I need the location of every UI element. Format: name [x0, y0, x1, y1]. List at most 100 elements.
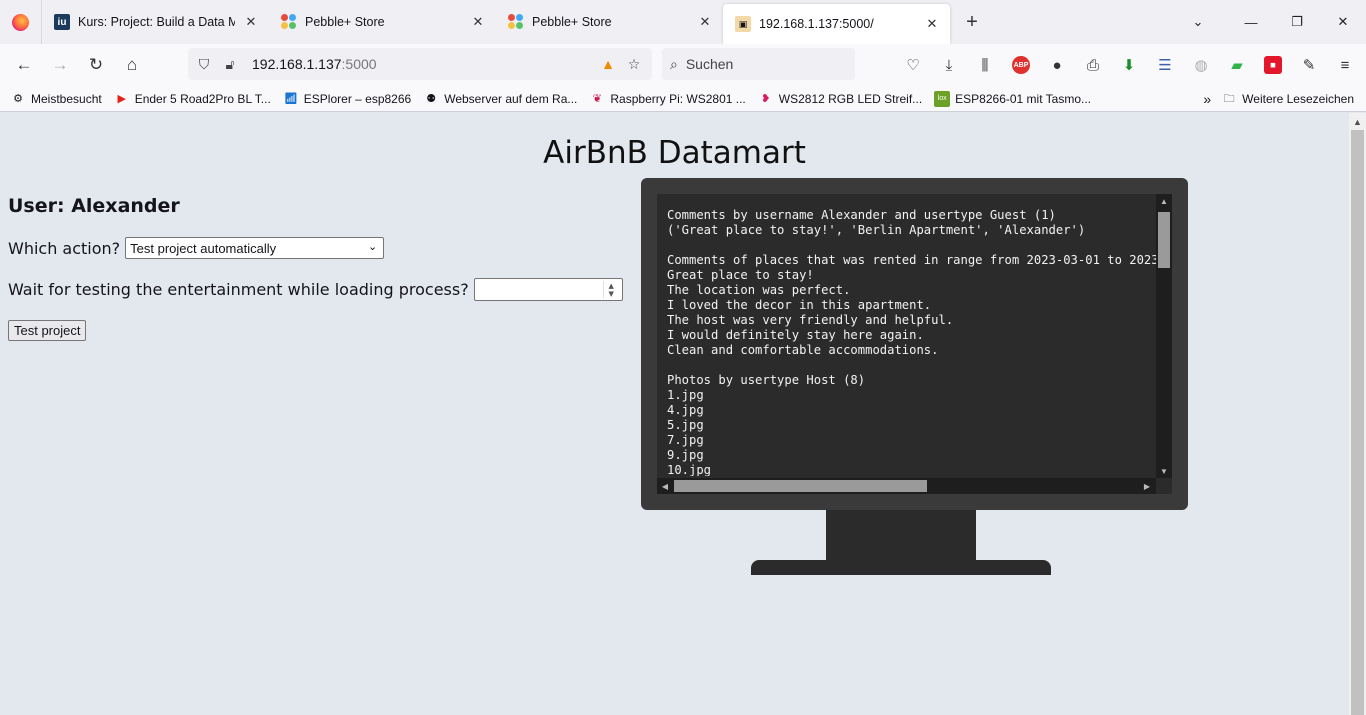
user-heading: User: Alexander [8, 195, 180, 217]
close-window-button[interactable]: ✕ [1320, 0, 1366, 44]
tab-bar: iu Kurs: Project: Build a Data Mart ✕ Pe… [0, 0, 1366, 44]
drop-icon: ❥ [761, 93, 771, 105]
tab-title: Kurs: Project: Build a Data Mart [78, 15, 235, 29]
console-horizontal-scrollbar[interactable]: ◀ ▶ [657, 478, 1156, 494]
new-tab-button[interactable]: + [950, 0, 994, 44]
test-project-button[interactable]: Test project [8, 320, 87, 341]
bookmark-label: Meistbesucht [31, 91, 102, 106]
scroll-right-icon[interactable]: ▶ [1139, 478, 1155, 494]
close-icon[interactable]: ✕ [697, 14, 713, 30]
bookmark-item[interactable]: ❦ Raspberry Pi: WS2801 ... [589, 91, 746, 107]
bookmark-star-icon[interactable]: ☆ [624, 54, 644, 74]
toolbar-extensions: ♡ ⤓ ⫼ ABP ● ⎙ ⬇ ☰ ◍ ▰ ◼ ✎ ≡ [895, 44, 1363, 86]
tab-pebble-store-1[interactable]: Pebble+ Store ✕ [269, 0, 496, 44]
bookmark-label: Webserver auf dem Ra... [444, 91, 578, 106]
reload-button[interactable]: ↻ [78, 49, 114, 81]
url-bar[interactable]: ⛉ 🔓︎ 192.168.1.137:5000 ▲ ☆ [188, 48, 652, 80]
insecure-lock-icon[interactable]: 🔓︎ [220, 54, 240, 74]
bookmark-item[interactable]: ❥ WS2812 RGB LED Streif... [758, 91, 922, 107]
scroll-up-icon[interactable]: ▲ [1156, 194, 1172, 208]
extension-list-icon[interactable]: ☰ [1147, 49, 1183, 81]
bookmark-label: ESPlorer – esp8266 [303, 91, 412, 106]
console-hscroll-thumb[interactable] [674, 480, 927, 492]
print-icon[interactable]: ⎙ [1075, 49, 1111, 81]
extension-balls-icon[interactable]: ● [1039, 49, 1075, 81]
adblock-plus-icon[interactable]: ABP [1003, 49, 1039, 81]
minimize-button[interactable]: — [1228, 0, 1274, 44]
firefox-icon [12, 13, 29, 31]
scroll-down-icon[interactable]: ▼ [1156, 464, 1172, 478]
tab-local-server[interactable]: ▣ 192.168.1.137:5000/ ✕ [723, 4, 950, 44]
bookmark-label: WS2812 RGB LED Streif... [778, 91, 923, 106]
bookmark-item[interactable]: lox ESP8266-01 mit Tasmo... [934, 90, 1091, 107]
folder-icon: 🗀︎ [1223, 92, 1235, 105]
library-icon[interactable]: ⫼ [967, 49, 1003, 81]
action-selected-value: Test project automatically [130, 240, 277, 256]
page-title: AirBnB Datamart [543, 135, 806, 171]
wait-number-input[interactable]: ▲ ▼ [473, 278, 623, 301]
forward-button[interactable]: → [42, 49, 78, 81]
console-vertical-scrollbar[interactable]: ▲ ▼ [1156, 194, 1172, 478]
url-host: 192.168.1.137 [252, 56, 342, 72]
wifi-icon: 📶︎ [283, 93, 298, 105]
scroll-left-icon[interactable]: ◀ [657, 478, 673, 494]
download-helper-icon[interactable]: ⬇ [1111, 49, 1147, 81]
back-button[interactable]: ← [6, 49, 42, 81]
extension-grey-icon[interactable]: ◍ [1183, 49, 1219, 81]
pocket-icon[interactable]: ♡ [895, 49, 931, 81]
home-button[interactable]: ⌂ [114, 49, 150, 81]
console-vscroll-thumb[interactable] [1158, 212, 1170, 268]
action-select[interactable]: Test project automatically ⌄ [125, 237, 385, 259]
monitor-stand-neck [826, 510, 976, 563]
page-scroll-thumb[interactable] [1351, 130, 1364, 715]
chevron-right-double-icon[interactable]: » [1203, 91, 1211, 107]
bookmark-item[interactable]: 📶︎ ESPlorer – esp8266 [283, 91, 411, 107]
page-content: AirBnB Datamart User: Alexander Which ac… [0, 113, 1349, 715]
other-bookmarks-label: Weitere Lesezeichen [1242, 92, 1354, 106]
search-icon: ⌕ [670, 55, 678, 72]
gear-icon: ⚙ [13, 93, 23, 105]
bookmark-label: Raspberry Pi: WS2801 ... [610, 91, 746, 106]
tab-title: Pebble+ Store [532, 15, 612, 29]
extensions-puzzle-icon[interactable]: ✎ [1291, 49, 1327, 81]
search-bar[interactable]: ⌕ Suchen [662, 48, 855, 80]
console-screen[interactable]: Comments by username Alexander and usert… [657, 194, 1172, 494]
bookmark-item[interactable]: ⚙ Meistbesucht [10, 91, 102, 107]
hamburger-menu-icon[interactable]: ≡ [1327, 49, 1363, 81]
pebble-icon [281, 14, 297, 30]
bookmark-item[interactable]: ⚉ Webserver auf dem Ra... [423, 91, 577, 107]
shield-icon[interactable]: ⛉ [194, 54, 214, 74]
url-text: 192.168.1.137:5000 [252, 56, 377, 72]
close-icon[interactable]: ✕ [243, 14, 259, 30]
number-spinner[interactable]: ▲ ▼ [602, 281, 619, 298]
extension-green-icon[interactable]: ▰ [1219, 49, 1255, 81]
tab-title: Pebble+ Store [305, 15, 385, 29]
download-icon[interactable]: ⤓ [931, 49, 967, 81]
monitor-stand-base [751, 560, 1051, 575]
bookmark-label: Ender 5 Road2Pro BL T... [134, 91, 271, 106]
bookmarks-overflow: » 🗀︎ Weitere Lesezeichen [1203, 86, 1354, 112]
tab-pebble-store-2[interactable]: Pebble+ Store ✕ [496, 0, 723, 44]
spin-up-icon[interactable]: ▲ [609, 282, 614, 290]
robot-icon: ⚉ [426, 93, 437, 105]
vlc-cone-icon[interactable]: ▲ [598, 54, 618, 74]
action-row: Which action? Test project automatically… [8, 237, 385, 259]
close-icon[interactable]: ✕ [470, 14, 486, 30]
spin-down-icon[interactable]: ▼ [609, 290, 614, 298]
pebble-icon [508, 14, 524, 30]
tab-datamart-course[interactable]: iu Kurs: Project: Build a Data Mart ✕ [42, 0, 269, 44]
site-icon: ▣ [735, 16, 751, 32]
extension-red-icon[interactable]: ◼ [1255, 49, 1291, 81]
wait-row: Wait for testing the entertainment while… [8, 278, 623, 301]
firefox-menu-button[interactable] [0, 0, 42, 44]
url-port: :5000 [341, 56, 377, 72]
page-vertical-scrollbar[interactable]: ▲ [1349, 113, 1366, 715]
scroll-up-icon[interactable]: ▲ [1349, 113, 1366, 130]
chevron-down-icon: ⌄ [367, 241, 378, 253]
bookmark-item[interactable]: ▶ Ender 5 Road2Pro BL T... [114, 91, 271, 107]
close-icon[interactable]: ✕ [924, 16, 940, 32]
other-bookmarks[interactable]: 🗀︎ Weitere Lesezeichen [1221, 91, 1354, 107]
iu-icon: iu [54, 14, 70, 30]
list-tabs-button[interactable]: ⌄ [1168, 0, 1228, 44]
restore-button[interactable]: ❐ [1274, 0, 1320, 44]
